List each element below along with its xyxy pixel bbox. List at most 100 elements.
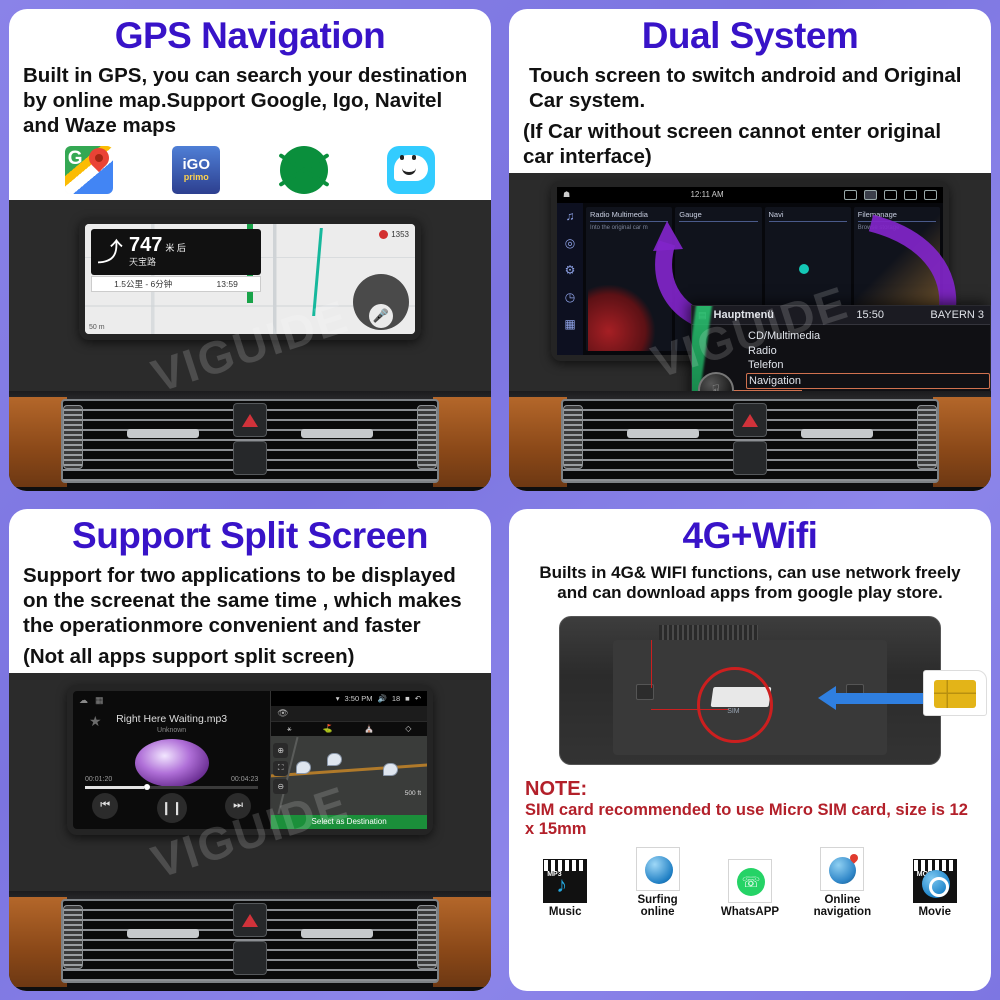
wifi-title: 4G+Wifi	[682, 515, 818, 556]
cloud-icon[interactable]: ☁	[79, 695, 88, 706]
compass-icon[interactable]: ◎	[565, 236, 575, 250]
chip-parking-icon[interactable]: ⚹	[287, 724, 292, 734]
app-item-music: MP3 ♪ Music	[528, 859, 602, 918]
player-controls: ⏮ ❙❙ ⏭	[73, 792, 270, 823]
wood-trim-left	[9, 397, 67, 487]
vent-knob-right	[417, 905, 437, 969]
app-label: Music	[548, 906, 582, 919]
clock-icon[interactable]: ◷	[565, 290, 575, 304]
bmw-item-cd-multimedia[interactable]: CD/Multimedia	[748, 329, 990, 344]
wood-trim-right	[433, 897, 491, 987]
android-status-icons	[843, 189, 937, 200]
app-label: WhatsAPP	[720, 906, 780, 919]
central-lock-button[interactable]	[233, 941, 267, 975]
chip-food-icon[interactable]: ⛪	[364, 724, 374, 733]
fullscreen-icon[interactable]: ⛶	[273, 760, 289, 776]
navitel-icon	[279, 145, 328, 194]
gps-clock-text: 1353	[391, 229, 409, 239]
music-player-pane: ☁ ▦ ★ Right Here Waiting.mp3 Unknown 00:…	[73, 690, 272, 829]
dual-system-card: Dual System Touch screen to switch andro…	[509, 9, 991, 491]
android-home-icon[interactable]: ☗	[563, 190, 570, 199]
wifi-description: Builts in 4G& WIFI functions, can use ne…	[539, 562, 961, 603]
central-lock-button[interactable]	[733, 441, 767, 475]
pause-button[interactable]: ❙❙	[156, 792, 187, 823]
sim-note: NOTE: SIM card recommended to use Micro …	[509, 773, 991, 843]
progress-handle[interactable]	[143, 783, 150, 790]
map-poi-pin[interactable]	[296, 761, 312, 775]
card-underline	[768, 220, 847, 222]
bmw-clock: 15:50	[856, 309, 884, 321]
map-search-input[interactable]: 👁	[271, 705, 427, 722]
panel-dual-system: Dual System Touch screen to switch andro…	[500, 0, 1000, 500]
hazard-triangle-icon	[242, 413, 258, 427]
camera-icon[interactable]	[863, 189, 877, 200]
hazard-light-button[interactable]	[233, 403, 267, 437]
track-title: Right Here Waiting.mp3	[116, 712, 228, 725]
chip-more-icon[interactable]: ◇	[405, 724, 411, 733]
settings-gear-icon[interactable]: ⚙	[565, 263, 576, 277]
zoom-out-icon[interactable]: ⊖	[273, 778, 289, 794]
android-card-radio[interactable]: Radio Multimedia Into the original car m	[586, 206, 673, 351]
playlist-icon[interactable]: ▦	[95, 695, 104, 706]
music-note-icon[interactable]: ♫	[566, 209, 575, 223]
sim-chip-contacts	[934, 680, 976, 709]
android-card-title: Filemanage	[857, 209, 897, 219]
gps-turn-arrow-icon: ⤴	[97, 236, 124, 267]
split-screen-card: Support Split Screen Support for two app…	[9, 509, 491, 991]
vent-knob-right	[417, 405, 437, 469]
album-art	[134, 738, 209, 787]
earth-glyph	[829, 852, 861, 885]
film-strip	[544, 860, 587, 872]
android-card-title: Gauge	[679, 209, 702, 219]
map-poi-pin[interactable]	[383, 762, 399, 776]
back-icon[interactable]	[923, 189, 937, 200]
google-maps-letter: G	[67, 147, 83, 169]
next-track-button[interactable]: ⏭	[225, 792, 252, 819]
whatsapp-phone-glyph: ☏	[736, 868, 765, 897]
bmw-item-telefon[interactable]: Telefon	[748, 358, 990, 373]
vent-knob-left	[563, 405, 583, 469]
select-destination-button[interactable]: Select as Destination	[271, 814, 427, 829]
zoom-in-icon[interactable]: ⊕	[273, 742, 289, 758]
chip-fuel-icon[interactable]: ⛳	[323, 724, 333, 733]
hazard-light-button[interactable]	[233, 903, 267, 937]
app-item-surfing: Surfing online	[621, 847, 695, 918]
bmw-item-radio[interactable]: Radio	[748, 344, 990, 359]
gps-microphone-icon[interactable]: 🎤	[369, 303, 393, 328]
gps-card: GPS Navigation Built in GPS, you can sea…	[9, 9, 491, 491]
recents-icon[interactable]	[903, 189, 917, 200]
apps-grid-icon[interactable]: ▦	[564, 317, 575, 331]
location-pin-icon	[843, 189, 857, 200]
music-note-glyph: ♪	[556, 872, 568, 898]
android-status-time: 12:11 AM	[690, 190, 724, 200]
wifi-icon: ▾	[335, 693, 340, 703]
split-photo: ☁ ▦ ★ Right Here Waiting.mp3 Unknown 00:…	[9, 672, 491, 991]
bmw-item-navigation[interactable]: Navigation	[746, 372, 990, 389]
map-canvas[interactable]: 500 ft	[271, 735, 427, 815]
movie-file-icon: MOV	[912, 859, 957, 904]
dual-dashboard	[509, 391, 991, 491]
vent-slider-left	[627, 429, 699, 438]
gps-minimap[interactable]: 🎤	[353, 273, 409, 330]
dual-title: Dual System	[641, 15, 859, 56]
app-item-movie: MOV Movie	[898, 859, 972, 918]
previous-track-button[interactable]: ⏮	[92, 792, 119, 819]
card-underline	[679, 220, 758, 222]
sim-card-graphic	[923, 670, 987, 717]
wifi-app-icon-row: MP3 ♪ Music Surfing online ☏ WhatsAPP On…	[509, 842, 991, 926]
map-poi-pin[interactable]	[327, 753, 343, 767]
note-title: NOTE:	[525, 777, 588, 800]
back-icon[interactable]: ↶	[415, 694, 421, 703]
gps-description: Built in GPS, you can search your destin…	[23, 63, 468, 137]
split-screen-icon[interactable]	[883, 189, 897, 200]
bmw-radio-station: BAYERN 3	[930, 309, 984, 321]
panel-4g-wifi: 4G+Wifi Builts in 4G& WIFI functions, ca…	[500, 500, 1000, 1000]
central-lock-button[interactable]	[233, 441, 267, 475]
total-time: 00:04:23	[230, 775, 259, 783]
whatsapp-icon: ☏	[727, 859, 772, 904]
hazard-light-button[interactable]	[733, 403, 767, 437]
dual-header: Dual System Touch screen to switch andro…	[509, 9, 991, 173]
progress-bar[interactable]	[85, 783, 259, 790]
browser-globe-icon	[635, 847, 680, 892]
igo-primo-icon: iGO primo	[172, 145, 221, 194]
